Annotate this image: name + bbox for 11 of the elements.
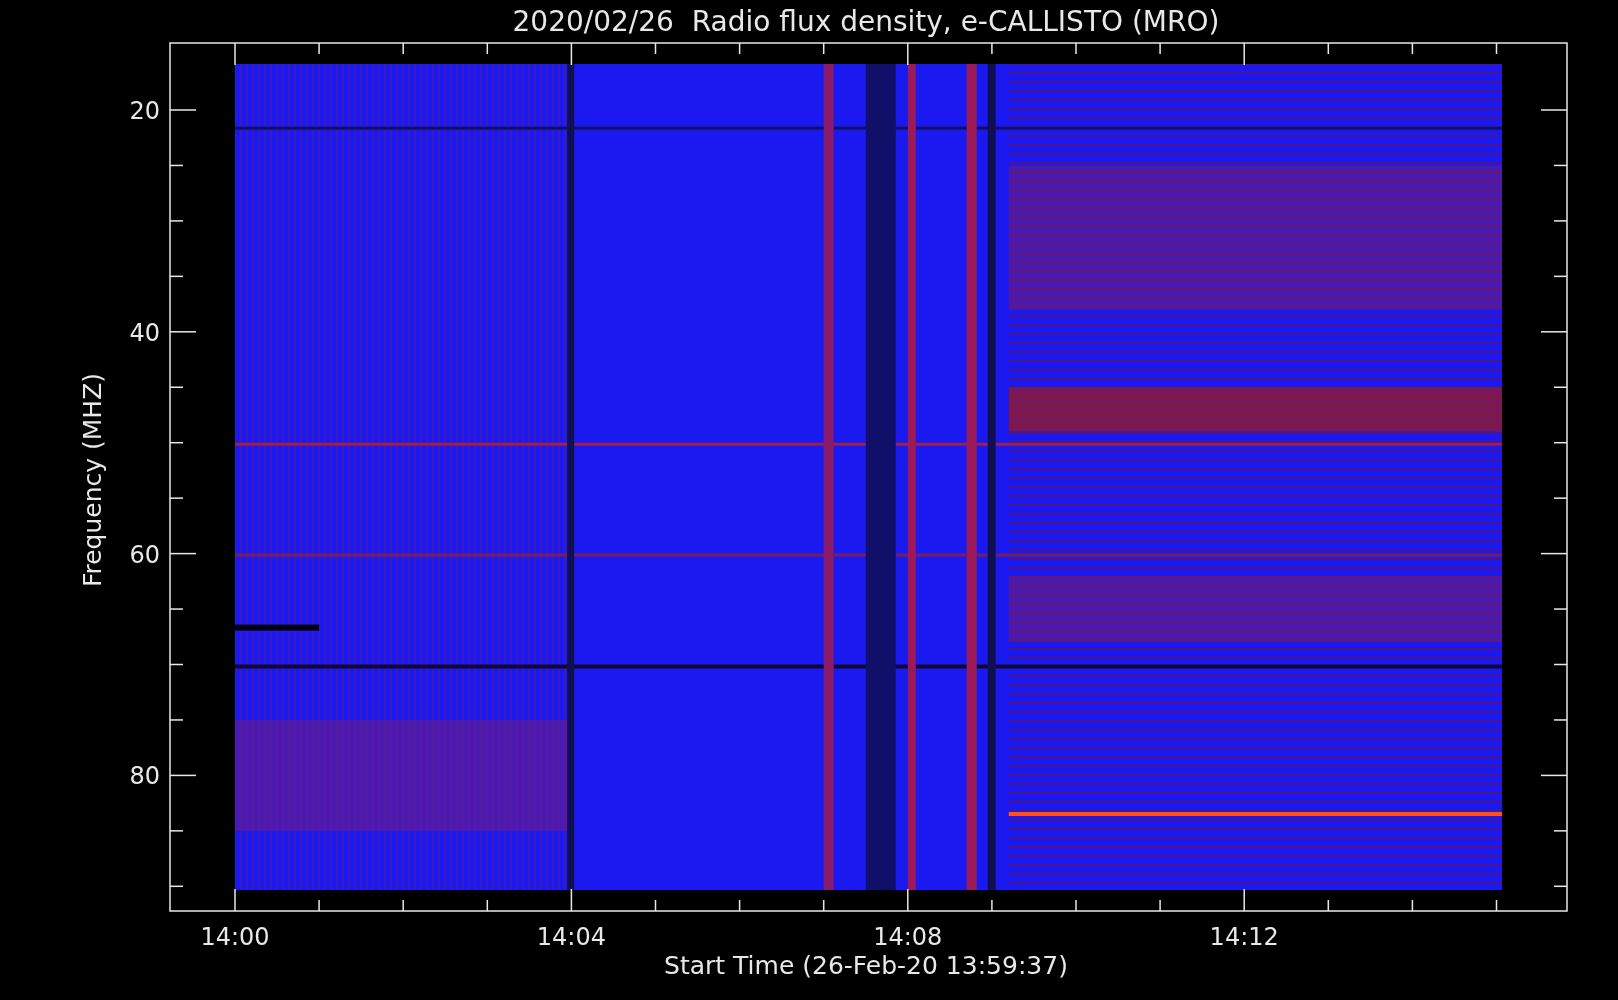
axis-label: Frequency (MHZ) bbox=[78, 372, 107, 588]
tick-label: 14:04 bbox=[536, 923, 606, 951]
tick-label: 80 bbox=[129, 762, 160, 791]
tick-label: 20 bbox=[129, 97, 160, 125]
plot-title: 2020/02/26 Radio flux density, e-CALLISTO (MRO) bbox=[512, 5, 1220, 38]
axis-label: Start Time (26-Feb-20 13:59:37) bbox=[664, 951, 1068, 980]
tick-label: 14:08 bbox=[873, 923, 943, 951]
tick-label: 14:00 bbox=[200, 923, 270, 951]
tick-label: 60 bbox=[129, 540, 160, 569]
tick-label: 40 bbox=[129, 318, 160, 347]
tick-label: 14:12 bbox=[1209, 923, 1279, 951]
